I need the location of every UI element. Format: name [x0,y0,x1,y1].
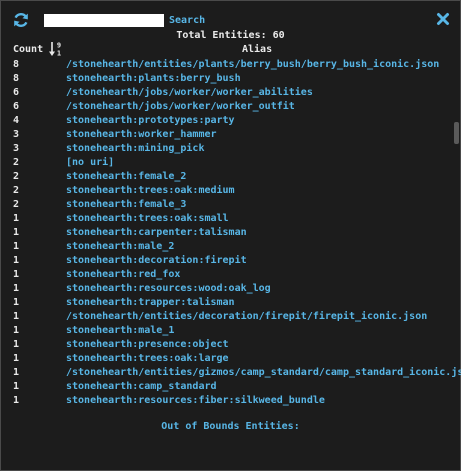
table-row: 2 stonehearth:trees:oak:medium [13,184,446,198]
entity-alias-link[interactable]: stonehearth:prototypes:party [66,114,235,128]
entity-count: 4 [13,115,20,126]
sort-glyph-top: 9 [57,42,61,50]
entity-count: 2 [13,157,20,168]
entity-alias-link[interactable]: stonehearth:resources:fiber:silkweed_bun… [66,394,325,408]
search-input[interactable] [44,14,164,27]
entity-count: 2 [13,171,20,182]
entity-list: 8/stonehearth/entities/plants/berry_bush… [13,58,461,408]
table-row: 6/stonehearth/jobs/worker/worker_abiliti… [13,86,446,100]
entity-count: 1 [13,395,20,406]
table-row: 1 stonehearth:red_fox [13,268,446,282]
table-row: 2 stonehearth:female_3 [13,198,446,212]
table-row: 4 stonehearth:prototypes:party [13,114,446,128]
entity-count: 3 [13,143,20,154]
entity-alias-link[interactable]: stonehearth:worker_hammer [66,128,217,142]
table-row: 1 stonehearth:presence:object [13,338,446,352]
table-row: 6/stonehearth/jobs/worker/worker_outfit [13,100,446,114]
entity-count: 1 [13,283,20,294]
entity-count: 6 [13,101,20,112]
entity-count: 1 [13,311,20,322]
search-button[interactable]: Search [169,14,205,27]
entity-alias-link[interactable]: stonehearth:carpenter:talisman [66,226,247,240]
entity-count: 1 [13,339,20,350]
table-row: 1 stonehearth:trapper:talisman [13,296,446,310]
entity-alias-link[interactable]: stonehearth:red_fox [66,268,180,282]
entity-alias-link[interactable]: /stonehearth/jobs/worker/worker_abilitie… [66,86,313,100]
entity-alias-link[interactable]: stonehearth:trapper:talisman [66,296,235,310]
entity-alias-link[interactable]: stonehearth:decoration:firepit [66,254,247,268]
entity-alias-link[interactable]: stonehearth:trees:oak:small [66,212,229,226]
sort-numeric-desc-icon[interactable]: 9 1 [49,41,63,58]
entity-count: 1 [13,269,20,280]
table-row: 1 stonehearth:carpenter:talisman [13,226,446,240]
entity-count: 1 [13,227,20,238]
entity-alias-link[interactable]: /stonehearth/entities/plants/berry_bush/… [66,58,439,72]
table-row: 1 stonehearth:male_2 [13,240,446,254]
entity-count: 2 [13,185,20,196]
entity-alias-link[interactable]: /stonehearth/jobs/worker/worker_outfit [66,100,295,114]
entity-alias-link[interactable]: /stonehearth/entities/decoration/firepit… [66,310,427,324]
table-row: 2 [no uri] [13,156,446,170]
entity-alias-link[interactable]: stonehearth:female_3 [66,198,186,212]
table-row: 1/stonehearth/entities/gizmos/camp_stand… [13,366,461,380]
entity-count: 1 [13,381,20,392]
entity-alias-link[interactable]: stonehearth:camp_standard [66,380,217,394]
table-row: 1/stonehearth/entities/decoration/firepi… [13,310,446,324]
entity-count: 1 [13,241,20,252]
count-column-header[interactable]: Count [13,44,43,55]
entity-alias-link[interactable]: stonehearth:trees:oak:large [66,352,229,366]
table-row: 3 stonehearth:worker_hammer [13,128,446,142]
entity-count: 1 [13,325,20,336]
entity-alias-link[interactable]: stonehearth:resources:wood:oak_log [66,282,271,296]
entity-debug-panel: Search Total Entities: 60 Count 9 1 Alia… [0,0,461,471]
scrollbar[interactable] [453,2,459,470]
entity-count: 1 [13,367,20,378]
out-of-bounds-label: Out of Bounds Entities: [161,421,300,432]
entity-alias-link[interactable]: stonehearth:male_2 [66,240,174,254]
table-row: 1 stonehearth:trees:oak:large [13,352,446,366]
entity-count: 1 [13,255,20,266]
entity-alias-link[interactable]: /stonehearth/entities/gizmos/camp_standa… [66,366,461,380]
entity-alias-link[interactable]: stonehearth:female_2 [66,170,186,184]
table-row: 1 stonehearth:decoration:firepit [13,254,446,268]
entity-alias-link[interactable]: stonehearth:male_1 [66,324,174,338]
entity-alias-link[interactable]: stonehearth:mining_pick [66,142,204,156]
entity-count: 2 [13,199,20,210]
table-row: 1 stonehearth:resources:wood:oak_log [13,282,446,296]
entity-count: 1 [13,297,20,308]
table-row: 8 stonehearth:plants:berry_bush [13,72,446,86]
entity-count: 1 [13,213,20,224]
table-header: Count 9 1 Alias [13,41,446,58]
close-icon[interactable] [436,11,450,25]
entity-alias-link[interactable]: stonehearth:presence:object [66,338,229,352]
table-row: 2 stonehearth:female_2 [13,170,446,184]
table-row: 3 stonehearth:mining_pick [13,142,446,156]
scrollbar-thumb[interactable] [454,122,459,144]
entity-count: 8 [13,59,20,70]
entity-alias-link[interactable]: [no uri] [66,156,114,170]
entity-count: 1 [13,353,20,364]
refresh-icon[interactable] [12,11,30,29]
entity-count: 3 [13,129,20,140]
alias-column-header: Alias [242,44,273,55]
entity-count: 8 [13,73,20,84]
entity-alias-link[interactable]: stonehearth:plants:berry_bush [66,72,241,86]
table-row: 1 stonehearth:male_1 [13,324,446,338]
table-row: 1 stonehearth:resources:fiber:silkweed_bu… [13,394,446,408]
entity-count: 6 [13,87,20,98]
sort-glyph-bottom: 1 [57,50,61,58]
table-row: 1 stonehearth:camp_standard [13,380,446,394]
table-row: 1 stonehearth:trees:oak:small [13,212,446,226]
table-row: 8/stonehearth/entities/plants/berry_bush… [13,58,446,72]
entity-alias-link[interactable]: stonehearth:trees:oak:medium [66,184,235,198]
